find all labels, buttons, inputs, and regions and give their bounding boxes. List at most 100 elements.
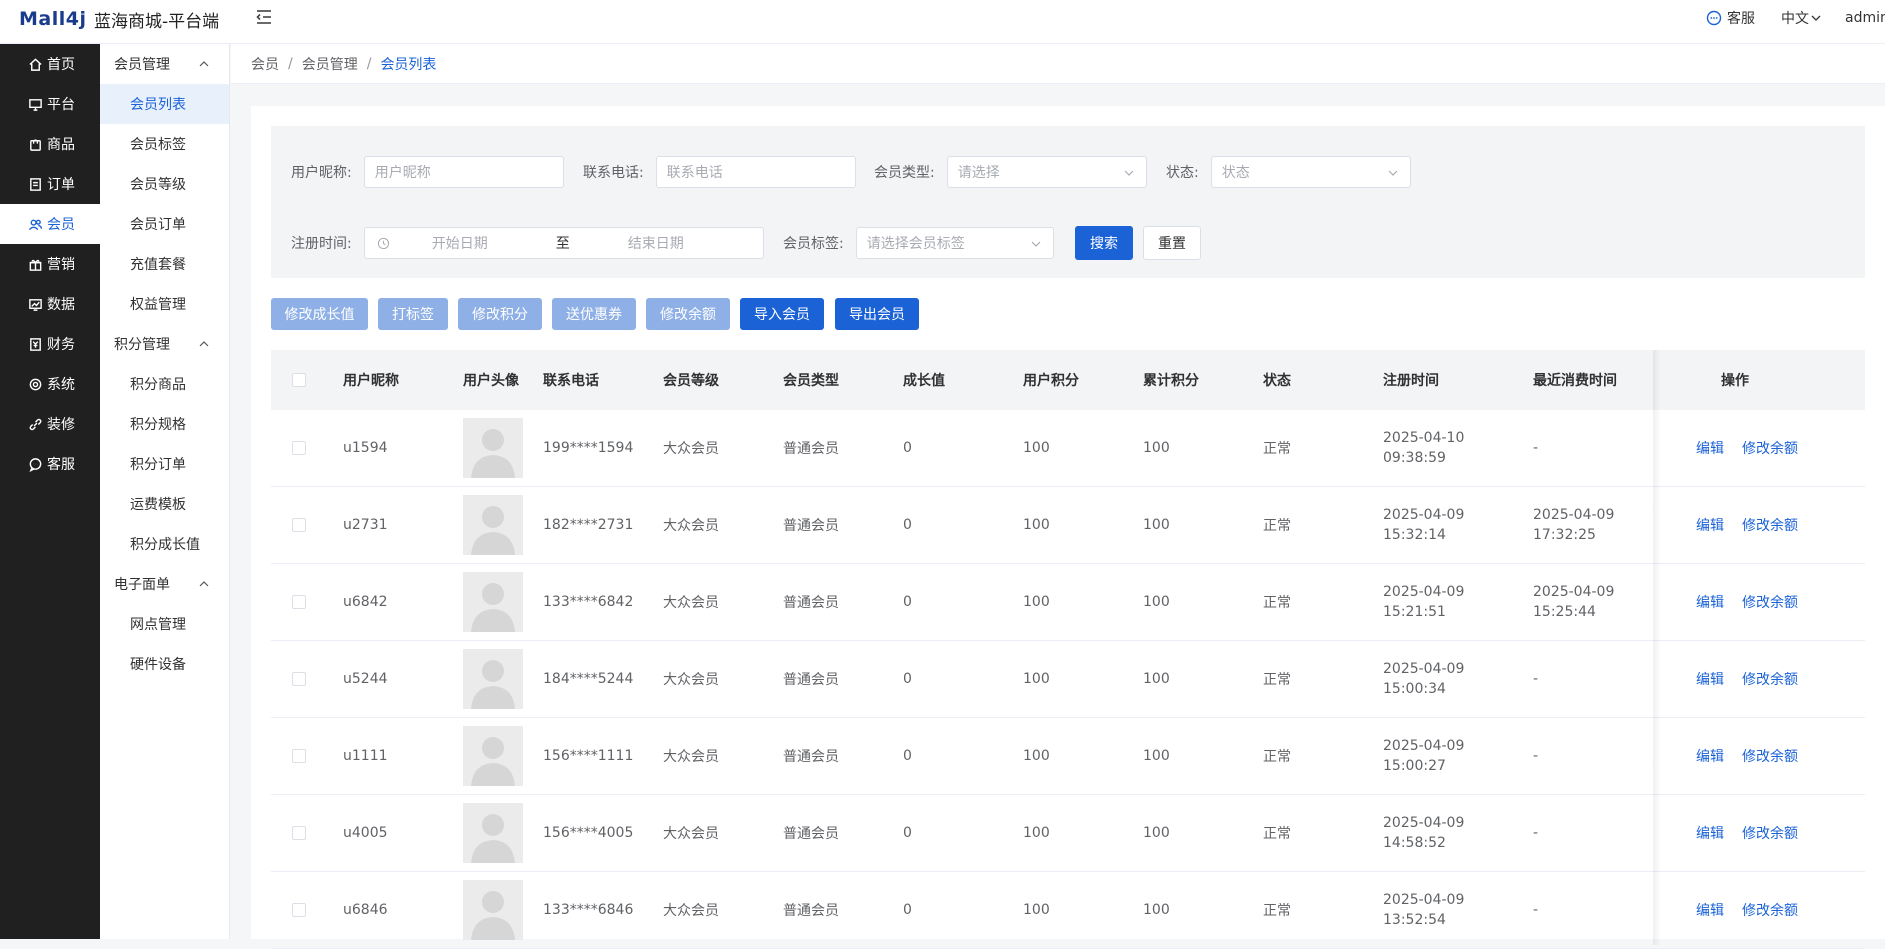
nickname-input[interactable]: 用户昵称 bbox=[363, 156, 564, 188]
language-select[interactable]: 中文 bbox=[1781, 8, 1821, 28]
sub-group-title: 电子面单 bbox=[114, 577, 170, 593]
avatar bbox=[463, 726, 523, 786]
row-checkbox[interactable] bbox=[292, 672, 306, 686]
sub-item-recharge-packages[interactable]: 充值套餐 bbox=[100, 244, 229, 284]
export-members-button[interactable]: 导出会员 bbox=[835, 298, 919, 330]
logo[interactable]: Mall4j bbox=[19, 6, 87, 32]
cell-type: 普通会员 bbox=[783, 518, 839, 534]
breadcrumb-item[interactable]: 会员 bbox=[251, 54, 279, 74]
sub-item-points-specs[interactable]: 积分规格 bbox=[100, 404, 229, 444]
row-checkbox[interactable] bbox=[292, 518, 306, 532]
nav-item-label: 首页 bbox=[47, 57, 75, 73]
sub-item-benefits[interactable]: 权益管理 bbox=[100, 284, 229, 324]
user-menu[interactable]: admin bbox=[1845, 10, 1885, 26]
sub-item-member-orders[interactable]: 会员订单 bbox=[100, 204, 229, 244]
row-checkbox[interactable] bbox=[292, 903, 306, 917]
sub-group-e-waybill[interactable]: 电子面单 bbox=[100, 564, 229, 604]
sub-item-points-growth[interactable]: 积分成长值 bbox=[100, 524, 229, 564]
row-checkbox[interactable] bbox=[292, 441, 306, 455]
edit-link[interactable]: 编辑 bbox=[1696, 900, 1724, 920]
search-button[interactable]: 搜索 bbox=[1075, 226, 1133, 260]
nav-item-data[interactable]: 数据 bbox=[0, 284, 100, 324]
edit-link[interactable]: 编辑 bbox=[1696, 746, 1724, 766]
cell-growth: 0 bbox=[903, 825, 912, 841]
table-row: u6846 133****6846 大众会员 普通会员 0 100 100 正常… bbox=[271, 872, 1865, 949]
nav-item-home[interactable]: 首页 bbox=[0, 44, 100, 84]
sub-item-points-goods[interactable]: 积分商品 bbox=[100, 364, 229, 404]
sub-group-member-management[interactable]: 会员管理 bbox=[100, 44, 229, 84]
nav-item-decoration[interactable]: 装修 bbox=[0, 404, 100, 444]
edit-link[interactable]: 编辑 bbox=[1696, 515, 1724, 535]
nav-item-orders[interactable]: 订单 bbox=[0, 164, 100, 204]
chevron-down-icon bbox=[1031, 241, 1041, 247]
sub-item-member-tags[interactable]: 会员标签 bbox=[100, 124, 229, 164]
reset-button[interactable]: 重置 bbox=[1143, 226, 1201, 260]
cell-nickname: u5244 bbox=[343, 671, 388, 687]
cell-type: 普通会员 bbox=[783, 441, 839, 457]
document-icon bbox=[30, 177, 41, 191]
customer-service-link[interactable]: 客服 bbox=[1706, 8, 1755, 28]
cell-growth: 0 bbox=[903, 748, 912, 764]
modify-balance-link[interactable]: 修改余额 bbox=[1742, 438, 1798, 458]
chevron-down-icon bbox=[1811, 15, 1821, 21]
sub-item-outlets[interactable]: 网点管理 bbox=[100, 604, 229, 644]
edit-link[interactable]: 编辑 bbox=[1696, 669, 1724, 689]
modify-balance-link[interactable]: 修改余额 bbox=[1742, 746, 1798, 766]
modify-balance-link[interactable]: 修改余额 bbox=[1742, 515, 1798, 535]
modify-points-button[interactable]: 修改积分 bbox=[458, 298, 542, 330]
modify-balance-link[interactable]: 修改余额 bbox=[1742, 669, 1798, 689]
modify-balance-button[interactable]: 修改余额 bbox=[646, 298, 730, 330]
breadcrumb-item[interactable]: 会员管理 bbox=[302, 54, 358, 74]
send-coupon-button[interactable]: 送优惠券 bbox=[552, 298, 636, 330]
modify-balance-link[interactable]: 修改余额 bbox=[1742, 823, 1798, 843]
breadcrumb-separator: / bbox=[288, 55, 293, 72]
default-avatar-icon bbox=[471, 583, 515, 632]
add-tag-button[interactable]: 打标签 bbox=[378, 298, 448, 330]
nav-item-platform[interactable]: 平台 bbox=[0, 84, 100, 124]
col-header: 注册时间 bbox=[1383, 373, 1439, 389]
edit-link[interactable]: 编辑 bbox=[1696, 823, 1724, 843]
phone-input[interactable]: 联系电话 bbox=[655, 156, 856, 188]
select-all-checkbox[interactable] bbox=[292, 373, 306, 387]
nav-item-goods[interactable]: 商品 bbox=[0, 124, 100, 164]
nav-item-label: 平台 bbox=[47, 97, 75, 113]
chart-icon bbox=[29, 298, 42, 311]
avatar bbox=[463, 803, 523, 863]
nav-item-system[interactable]: 系统 bbox=[0, 364, 100, 404]
nav-item-label: 营销 bbox=[47, 257, 75, 273]
collapse-menu-button[interactable] bbox=[254, 6, 274, 28]
col-header: 会员等级 bbox=[663, 373, 719, 389]
clock-icon bbox=[377, 237, 389, 249]
row-checkbox[interactable] bbox=[292, 749, 306, 763]
sub-item-member-list[interactable]: 会员列表 bbox=[100, 84, 229, 124]
menu-fold-icon bbox=[256, 10, 271, 24]
nav-item-label: 客服 bbox=[47, 457, 75, 473]
col-header: 成长值 bbox=[903, 373, 945, 389]
nav-item-marketing[interactable]: 营销 bbox=[0, 244, 100, 284]
cell-status: 正常 bbox=[1263, 749, 1291, 765]
nav-item-finance[interactable]: 财务 bbox=[0, 324, 100, 364]
nav-item-members[interactable]: 会员 bbox=[0, 204, 100, 244]
member-tag-select[interactable]: 请选择会员标签 bbox=[855, 227, 1054, 259]
modify-balance-link[interactable]: 修改余额 bbox=[1742, 900, 1798, 920]
sub-item-points-orders[interactable]: 积分订单 bbox=[100, 444, 229, 484]
primary-sidebar: 首页 平台 商品 订单 会员 营销 数据 财务 系统 装修 客服 bbox=[0, 44, 100, 939]
nav-item-label: 财务 bbox=[47, 337, 75, 353]
member-type-select[interactable]: 请选择 bbox=[946, 156, 1147, 188]
register-date-range[interactable]: 开始日期 至 结束日期 bbox=[363, 227, 764, 259]
row-checkbox[interactable] bbox=[292, 595, 306, 609]
sub-item-member-levels[interactable]: 会员等级 bbox=[100, 164, 229, 204]
import-members-button[interactable]: 导入会员 bbox=[740, 298, 824, 330]
col-header: 用户头像 bbox=[463, 373, 519, 389]
edit-link[interactable]: 编辑 bbox=[1696, 592, 1724, 612]
edit-link[interactable]: 编辑 bbox=[1696, 438, 1724, 458]
main-panel: 用户昵称: 用户昵称 联系电话: 联系电话 会员类型: 请选择 状态: 状态 注… bbox=[251, 106, 1885, 949]
nav-item-service[interactable]: 客服 bbox=[0, 444, 100, 484]
sub-item-shipping-templates[interactable]: 运费模板 bbox=[100, 484, 229, 524]
sub-item-hardware[interactable]: 硬件设备 bbox=[100, 644, 229, 684]
row-checkbox[interactable] bbox=[292, 826, 306, 840]
sub-group-points-management[interactable]: 积分管理 bbox=[100, 324, 229, 364]
status-select[interactable]: 状态 bbox=[1210, 156, 1411, 188]
modify-growth-button[interactable]: 修改成长值 bbox=[271, 298, 368, 330]
modify-balance-link[interactable]: 修改余额 bbox=[1742, 592, 1798, 612]
